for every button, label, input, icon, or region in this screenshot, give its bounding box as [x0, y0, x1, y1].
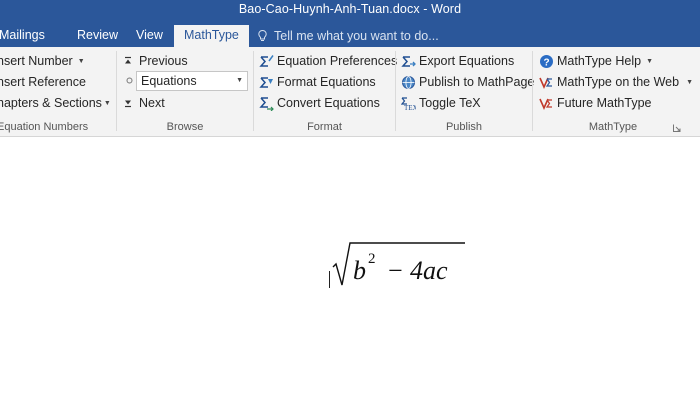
- word-window: Bao-Cao-Huynh-Anh-Tuan.docx - Word Maili…: [0, 0, 700, 394]
- publish-to-mathpage-button[interactable]: Publish to MathPage: [401, 73, 534, 91]
- group-label-browse: Browse: [166, 121, 204, 133]
- chapters-sections-label: hapters & Sections: [0, 96, 102, 110]
- tab-review[interactable]: Review: [77, 25, 118, 47]
- caret-down-icon: [125, 100, 131, 108]
- group-label-format: Format: [307, 121, 342, 133]
- future-mathtype-label: Future MathType: [557, 96, 652, 110]
- tab-mailings[interactable]: Mailings: [0, 25, 45, 47]
- group-format: Equation Preferences Format Equations Co…: [254, 47, 397, 136]
- circle-icon: [126, 77, 133, 84]
- toggle-tex-button[interactable]: TEX Toggle TeX: [401, 94, 481, 112]
- tex-icon: TEX: [401, 96, 416, 111]
- tell-me-placeholder: Tell me what you want to do...: [274, 29, 439, 43]
- lightbulb-icon: [258, 30, 267, 41]
- insert-reference-label: nsert Reference: [0, 75, 86, 89]
- insert-reference-button[interactable]: nsert Reference: [0, 73, 86, 91]
- exponent: 2: [368, 251, 376, 267]
- document-title: Bao-Cao-Huynh-Anh-Tuan.docx - Word: [238, 2, 462, 16]
- minus-operator: −: [388, 256, 403, 285]
- sigma-icon: [401, 55, 416, 67]
- dialog-launcher-icon[interactable]: [673, 124, 681, 132]
- mathtype-help-button[interactable]: ? MathType Help ▼: [539, 52, 653, 70]
- toggle-tex-label: Toggle TeX: [419, 96, 481, 110]
- web-icon: [539, 77, 552, 89]
- equation-preferences-button[interactable]: Equation Preferences: [259, 52, 397, 70]
- group-label-publish: Publish: [445, 121, 483, 133]
- mathtype-on-the-web-button[interactable]: MathType on the Web ▼: [539, 73, 693, 91]
- future-icon: [539, 98, 552, 110]
- group-equation-numbers: nsert Number ▼ nsert Reference hapters & …: [0, 47, 116, 136]
- browse-type-select[interactable]: Equations ▼: [136, 71, 248, 91]
- export-equations-label: Export Equations: [419, 54, 515, 68]
- tab-view[interactable]: View: [136, 25, 163, 47]
- convert-equations-button[interactable]: Convert Equations: [259, 94, 380, 112]
- export-equations-button[interactable]: Export Equations: [401, 52, 514, 70]
- sigma-icon: [259, 96, 274, 111]
- tell-me-search[interactable]: Tell me what you want to do...: [258, 25, 439, 47]
- document-canvas[interactable]: b 2 − 4ac: [0, 137, 700, 394]
- chevron-down-icon: ▼: [686, 78, 694, 86]
- format-equations-label: Format Equations: [277, 75, 376, 89]
- mathtype-on-the-web-label: MathType on the Web: [557, 75, 680, 89]
- convert-equations-label: Convert Equations: [277, 96, 380, 110]
- group-label-mathtype: MathType: [588, 121, 638, 133]
- title-bar: Bao-Cao-Huynh-Anh-Tuan.docx - Word Maili…: [0, 0, 700, 47]
- group-mathtype: ? MathType Help ▼ MathType on the Web ▼ Fu…: [533, 47, 693, 136]
- globe-icon: [402, 75, 415, 89]
- previous-button[interactable]: Previous: [123, 52, 188, 70]
- sigma-icon: [259, 54, 274, 67]
- sigma-icon: [259, 76, 273, 88]
- publish-to-mathpage-label: Publish to MathPage: [419, 75, 535, 89]
- insert-number-label: nsert Number: [0, 54, 73, 68]
- radicand-base: b: [353, 256, 366, 285]
- group-label-equation-numbers: Equation Numbers: [0, 121, 89, 133]
- text-cursor: [329, 271, 330, 288]
- next-button[interactable]: Next: [123, 94, 165, 112]
- mathtype-help-label: MathType Help: [557, 54, 642, 68]
- group-publish: Export Equations Publish to MathPage TEX…: [396, 47, 534, 136]
- term: 4ac: [410, 256, 448, 285]
- equation-object[interactable]: b 2 − 4ac: [331, 235, 471, 291]
- chevron-down-icon: ▼: [103, 99, 111, 107]
- equation-preferences-label: Equation Preferences: [277, 54, 398, 68]
- format-equations-button[interactable]: Format Equations: [259, 73, 376, 91]
- chapters-sections-button[interactable]: hapters & Sections ▼: [0, 94, 111, 112]
- previous-label: Previous: [139, 54, 188, 68]
- help-icon: ?: [540, 54, 553, 68]
- svg-text:TEX: TEX: [404, 104, 416, 111]
- browse-select-value: Equations: [141, 74, 197, 88]
- future-mathtype-button[interactable]: Future MathType: [539, 94, 652, 112]
- ribbon: nsert Number ▼ nsert Reference hapters & …: [0, 47, 700, 137]
- caret-up-icon: [125, 56, 131, 64]
- chevron-down-icon: ▼: [77, 57, 85, 65]
- svg-text:?: ?: [543, 57, 549, 68]
- chevron-down-icon: ▼: [646, 57, 654, 65]
- group-browse: Previous Next Browse: [117, 47, 253, 136]
- next-label: Next: [139, 96, 165, 110]
- chevron-down-icon: ▼: [236, 77, 243, 84]
- insert-number-button[interactable]: nsert Number ▼: [0, 52, 85, 70]
- tab-mathtype[interactable]: MathType: [174, 25, 249, 47]
